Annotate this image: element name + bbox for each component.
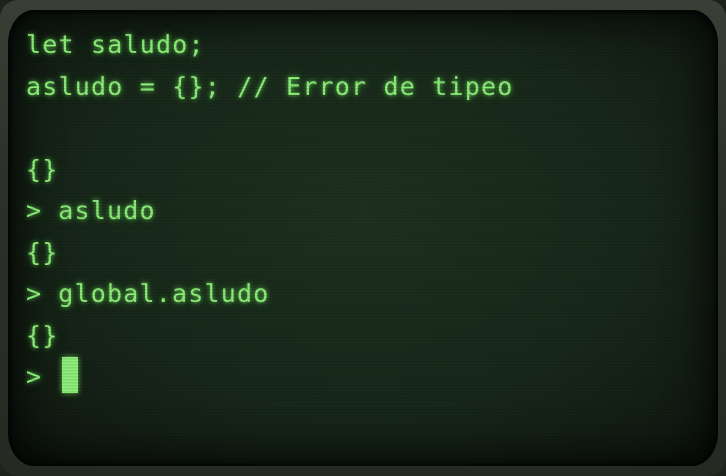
text-cursor <box>62 357 79 393</box>
prompt-symbol: > <box>26 279 43 308</box>
command-text: asludo <box>58 196 156 225</box>
prompt-symbol: > <box>26 362 43 391</box>
output-line: {} <box>26 237 59 267</box>
terminal-output: let saludo; asludo = {}; // Error de tip… <box>26 24 700 398</box>
input-line[interactable]: > <box>26 356 700 398</box>
output-line: {} <box>26 320 59 350</box>
command-line: > global.asludo <box>26 273 700 315</box>
output-line: {} <box>26 154 59 184</box>
code-line: asludo = {}; // Error de tipeo <box>26 71 514 101</box>
prompt-symbol: > <box>26 196 43 225</box>
crt-screen[interactable]: let saludo; asludo = {}; // Error de tip… <box>8 10 718 466</box>
command-line: > asludo <box>26 190 700 232</box>
command-text: global.asludo <box>58 279 270 308</box>
monitor-bezel: let saludo; asludo = {}; // Error de tip… <box>0 0 726 476</box>
code-line: let saludo; <box>26 30 205 59</box>
